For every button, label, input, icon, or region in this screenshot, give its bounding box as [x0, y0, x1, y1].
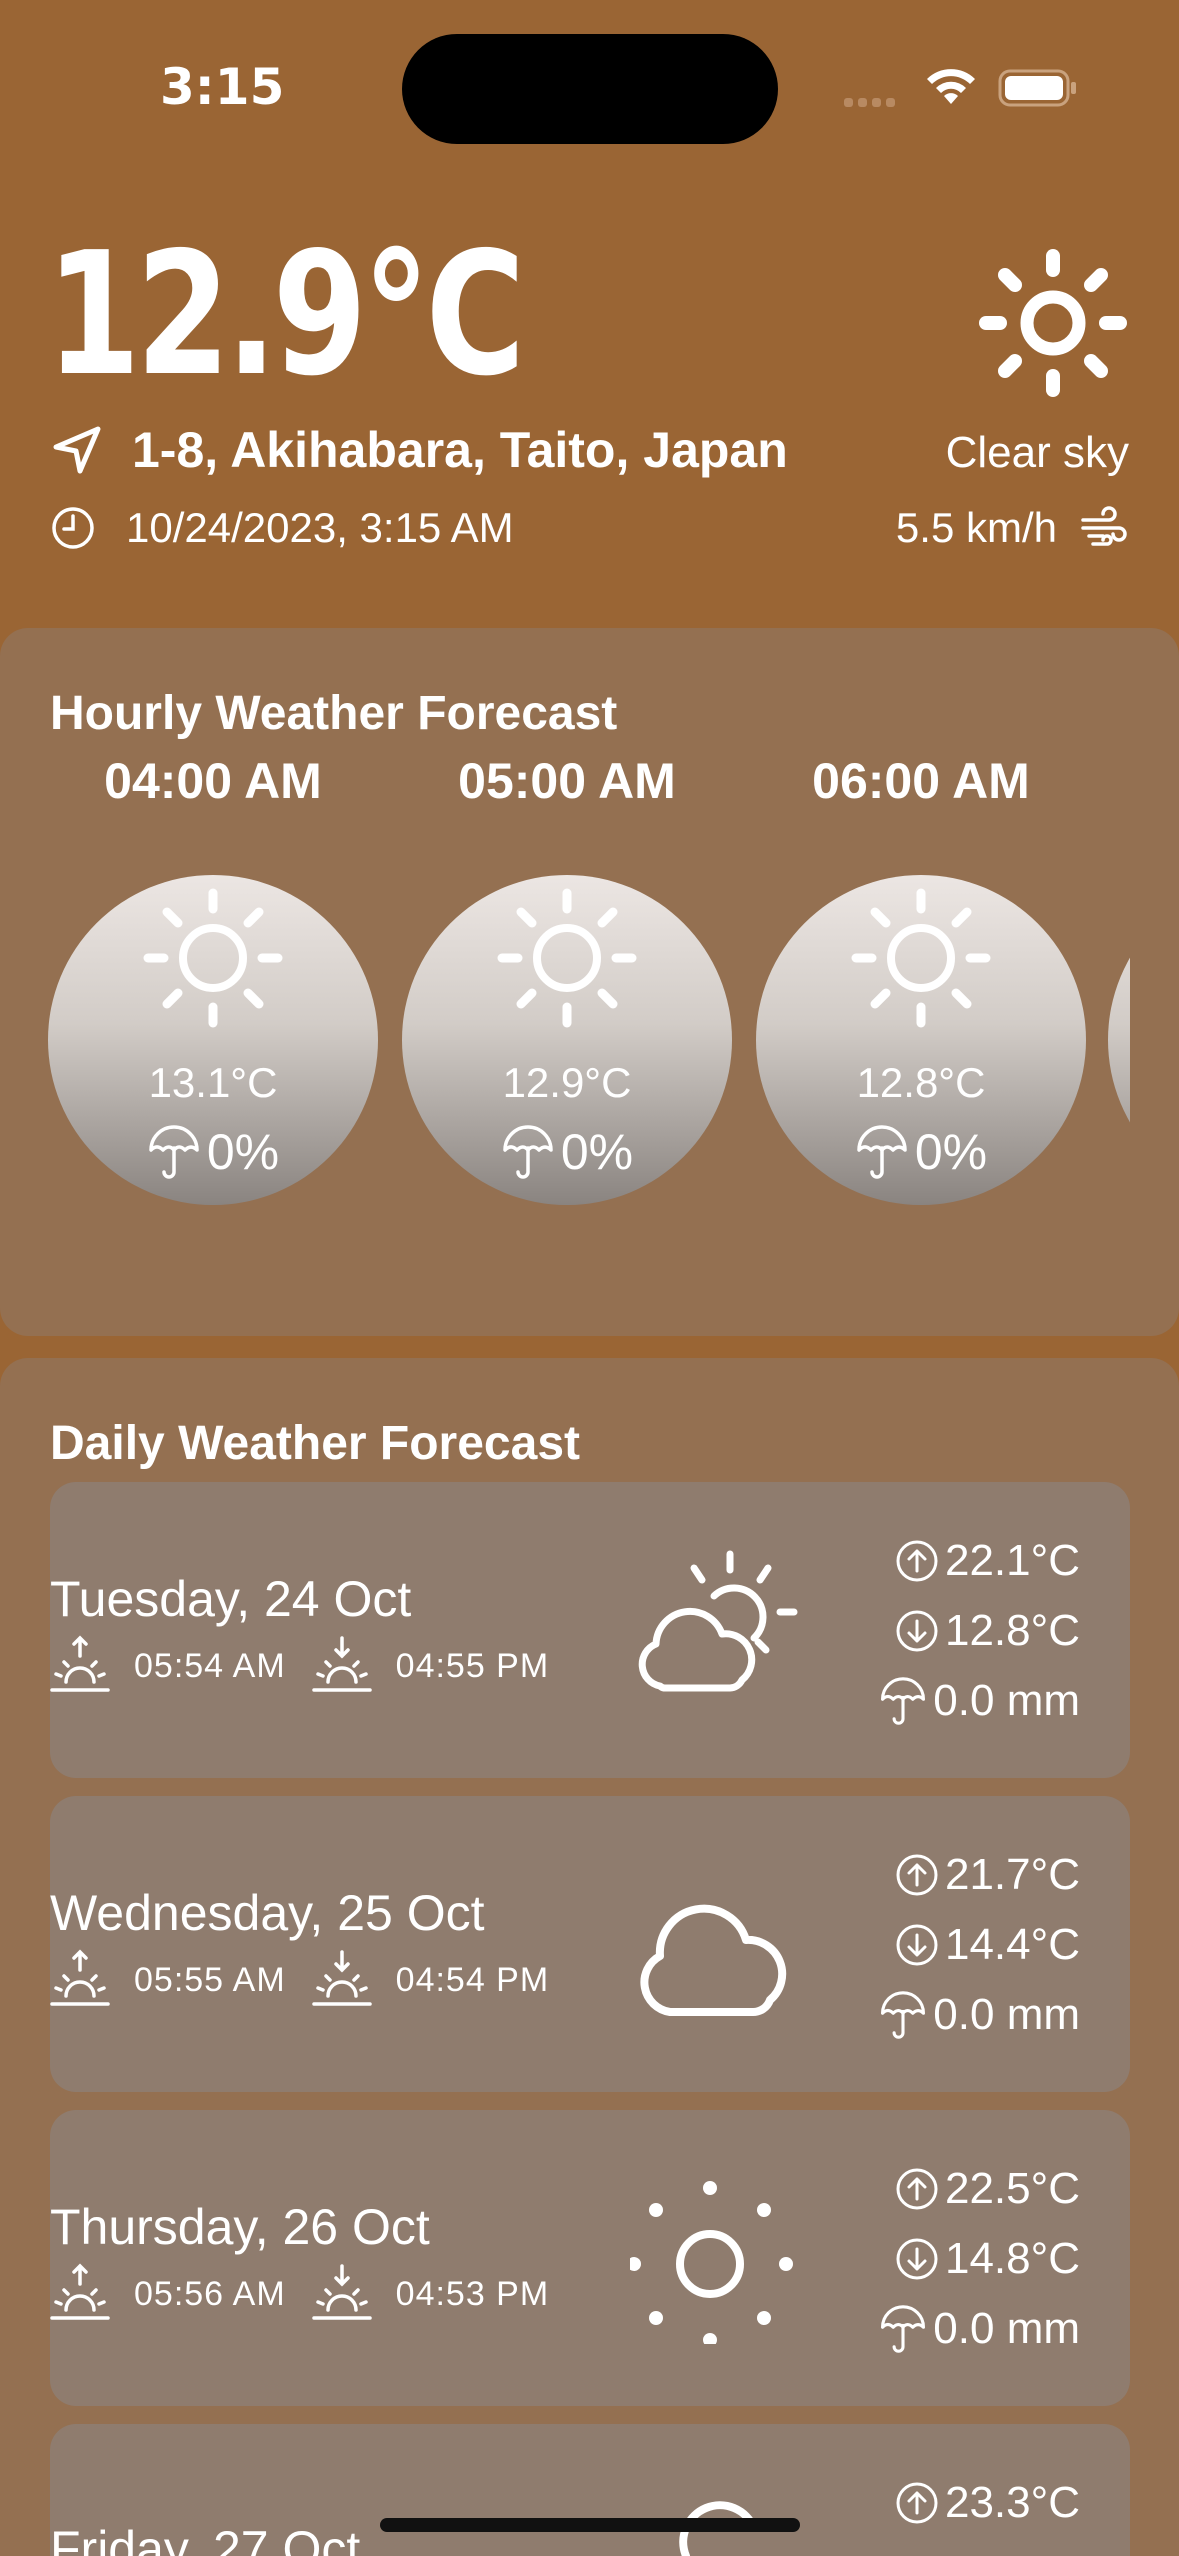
daily-row[interactable]: Tuesday, 24 Oct 05:54 AM 04:55 PM 22.1°C…	[50, 1482, 1130, 1778]
hourly-section-title: Hourly Weather Forecast	[50, 687, 618, 740]
sunset-time: 04:54 PM	[395, 1960, 550, 1999]
hour-temperature: 12.8°C	[856, 1059, 986, 1106]
cellular-signal-icon	[844, 94, 904, 107]
hour-rain-chance: 0%	[914, 1124, 988, 1180]
sunset-icon	[311, 1950, 372, 2006]
sunset-icon	[311, 1636, 372, 1692]
location-arrow-icon	[53, 426, 101, 474]
arrow-up-circle-icon	[896, 2168, 938, 2210]
hour-circle-partial[interactable]	[1108, 875, 1130, 1205]
home-indicator[interactable]	[380, 2518, 800, 2532]
day-name: Wednesday, 25 Oct	[50, 1885, 485, 1941]
sun-icon	[497, 888, 637, 1028]
cloud-icon	[640, 1904, 787, 2016]
hour-item[interactable]: 06:00 AM	[756, 752, 1086, 810]
sun-icon	[143, 888, 283, 1028]
umbrella-icon	[881, 1991, 926, 2039]
sunset-icon	[311, 2264, 372, 2320]
hour-time: 04:00 AM	[104, 753, 322, 809]
hour-temperature: 12.9°C	[502, 1059, 632, 1106]
sunrise-icon	[50, 2263, 110, 2320]
datetime-row: 10/24/2023, 3:15 AM	[50, 500, 514, 556]
daily-row[interactable]: Thursday, 26 Oct 05:56 AM 04:53 PM 22.5°…	[50, 2110, 1130, 2406]
day-name: Thursday, 26 Oct	[50, 2199, 430, 2255]
datetime-text: 10/24/2023, 3:15 AM	[126, 504, 514, 551]
arrow-up-circle-icon	[896, 1854, 938, 1896]
high-temp: 22.5°C	[944, 2164, 1080, 2213]
precipitation: 0.0 mm	[933, 2304, 1080, 2353]
precipitation: 0.0 mm	[933, 1990, 1080, 2039]
low-temp: 12.8°C	[944, 1606, 1080, 1655]
high-temp: 23.3°C	[944, 2478, 1080, 2527]
hour-circle[interactable]: 13.1°C 0%	[48, 875, 378, 1205]
status-time: 3:15	[160, 58, 285, 116]
hour-item[interactable]: 05:00 AM	[402, 752, 732, 810]
high-temp: 21.7°C	[944, 1850, 1080, 1899]
location-row: 1-8, Akihabara, Taito, Japan	[50, 418, 788, 482]
sunrise-icon	[50, 1949, 110, 2006]
partly-cloudy-icon	[638, 1550, 798, 1692]
current-temperature: 12.9°C	[46, 216, 525, 414]
wind-speed-text: 5.5 km/h	[895, 504, 1057, 551]
clock-icon	[52, 507, 94, 549]
precipitation: 0.0 mm	[933, 1676, 1080, 1725]
day-name: Tuesday, 24 Oct	[50, 1571, 412, 1627]
arrow-down-circle-icon	[896, 1610, 938, 1652]
dynamic-island	[402, 34, 778, 144]
hour-circle[interactable]: 12.9°C 0%	[402, 875, 732, 1205]
location-text: 1-8, Akihabara, Taito, Japan	[132, 422, 788, 478]
hour-time: 05:00 AM	[458, 753, 676, 809]
condition-text: Clear sky	[945, 428, 1129, 477]
daily-row[interactable]: Wednesday, 25 Oct 05:55 AM 04:54 PM 21.7…	[50, 1796, 1130, 2092]
day-name: Friday, 27 Oct	[50, 2521, 361, 2556]
sun-icon	[851, 888, 991, 1028]
hour-rain-chance: 0%	[206, 1124, 280, 1180]
daily-row[interactable]: Friday, 27 Oct 23.3°C	[50, 2424, 1130, 2556]
hour-rain-chance: 0%	[560, 1124, 634, 1180]
sunrise-time: 05:55 AM	[134, 1960, 286, 1999]
sun-icon	[979, 249, 1127, 397]
umbrella-icon	[503, 1125, 553, 1179]
daily-section-title: Daily Weather Forecast	[50, 1417, 580, 1470]
umbrella-icon	[857, 1125, 907, 1179]
sunrise-icon	[50, 1635, 110, 1692]
battery-icon	[998, 69, 1076, 107]
arrow-up-circle-icon	[896, 1540, 938, 1582]
arrow-up-circle-icon	[896, 2482, 938, 2524]
hour-item[interactable]: 04:00 AM	[48, 752, 378, 810]
sunset-time: 04:53 PM	[395, 2274, 550, 2313]
sunrise-time: 05:56 AM	[134, 2274, 286, 2313]
hour-temperature: 13.1°C	[148, 1059, 278, 1106]
hour-time: 06:00 AM	[812, 753, 1030, 809]
arrow-down-circle-icon	[896, 2238, 938, 2280]
wind-icon	[1081, 506, 1127, 546]
sunset-time: 04:55 PM	[395, 1646, 550, 1685]
umbrella-icon	[881, 2305, 926, 2353]
umbrella-icon	[149, 1125, 199, 1179]
sun-dotted-icon	[630, 2181, 793, 2344]
low-temp: 14.8°C	[944, 2234, 1080, 2283]
sunrise-time: 05:54 AM	[134, 1646, 286, 1685]
low-temp: 14.4°C	[944, 1920, 1080, 1969]
umbrella-icon	[881, 1677, 926, 1725]
high-temp: 22.1°C	[944, 1536, 1080, 1585]
hour-circle[interactable]: 12.8°C 0%	[756, 875, 1086, 1205]
arrow-down-circle-icon	[896, 1924, 938, 1966]
wind-row: 5.5 km/h	[896, 500, 1129, 556]
wifi-icon	[927, 69, 975, 104]
